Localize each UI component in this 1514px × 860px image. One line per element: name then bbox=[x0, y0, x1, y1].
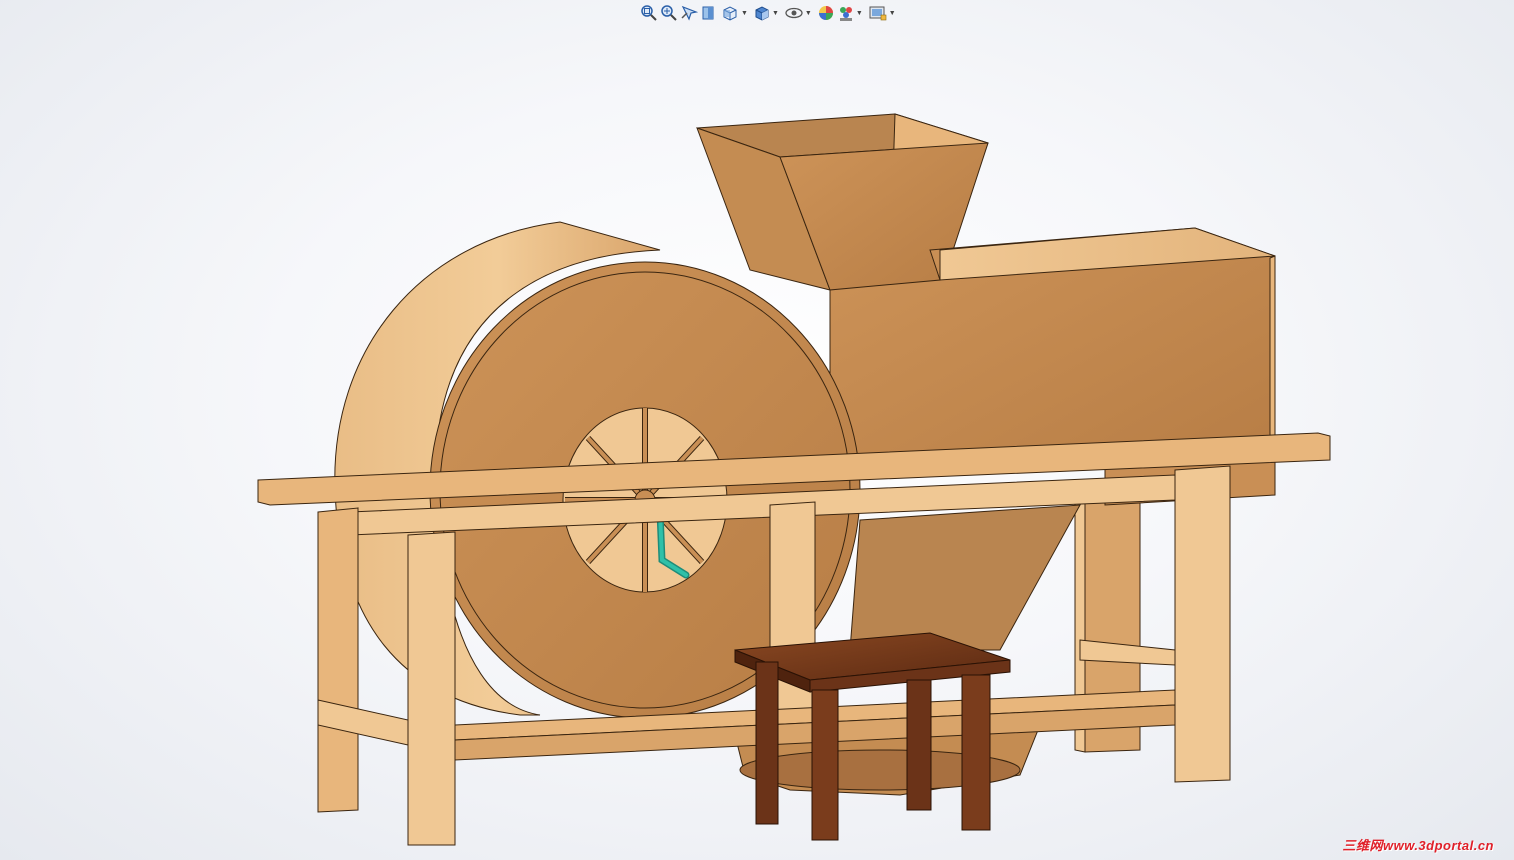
watermark: 三维网www.3dportal.cn bbox=[1342, 838, 1494, 853]
graphics-area[interactable] bbox=[0, 0, 1514, 860]
